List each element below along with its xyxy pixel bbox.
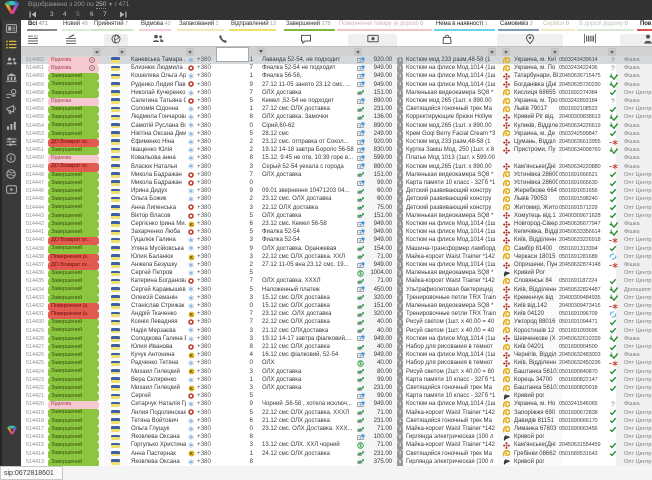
svg-text:ID: ID <box>34 34 38 38</box>
